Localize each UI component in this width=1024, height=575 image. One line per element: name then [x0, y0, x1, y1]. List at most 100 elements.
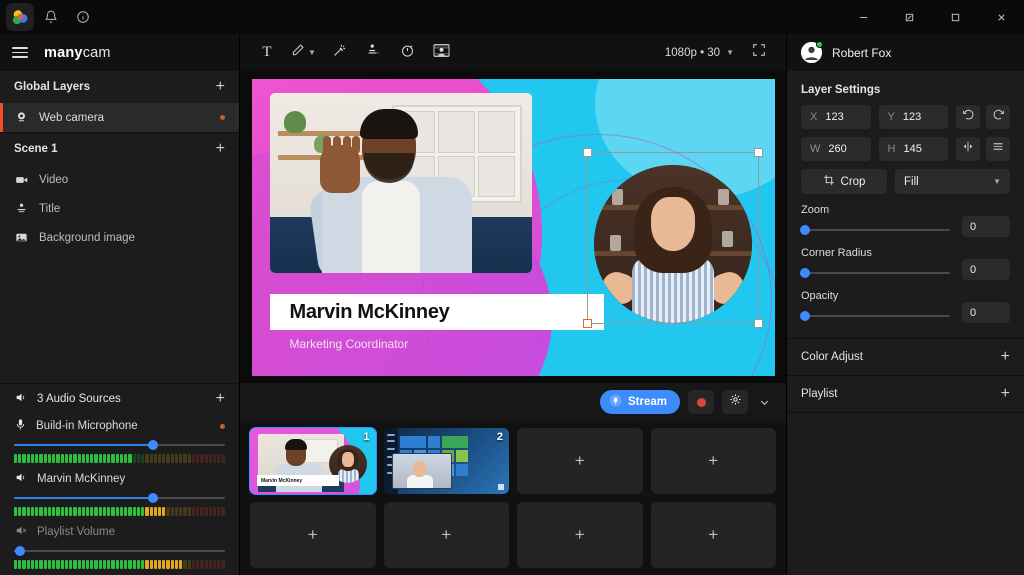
opacity-slider[interactable] [801, 309, 950, 323]
zoom-slider[interactable] [801, 223, 950, 237]
presenter-name: Marvin McKinney [290, 301, 450, 324]
close-button[interactable] [978, 0, 1024, 34]
rotate-clockwise-button[interactable] [986, 105, 1010, 129]
sidebar-item-web-camera[interactable]: Web camera [0, 103, 239, 132]
layers-tool-button[interactable] [359, 39, 389, 67]
height-input[interactable]: H 145 [879, 137, 949, 161]
volume-slider[interactable] [14, 438, 225, 452]
resize-handle-top-right[interactable] [754, 148, 763, 157]
timer-tool-button[interactable] [393, 39, 423, 67]
global-layers-header: Global Layers + [0, 71, 239, 103]
position-row: X 123 Y 123 [801, 105, 1010, 129]
y-label: Y [888, 111, 895, 123]
add-scene-label: + [308, 525, 318, 545]
add-global-layer-button[interactable]: + [216, 79, 225, 95]
hamburger-icon[interactable] [12, 47, 28, 58]
crop-label: Crop [841, 176, 866, 188]
layer-selection-frame[interactable] [587, 152, 759, 324]
resolution-dropdown[interactable]: 1080p • 30 ▼ [665, 47, 734, 59]
h-value: 145 [903, 143, 921, 155]
sidebar-item-background-image[interactable]: Background image [0, 223, 239, 252]
center-column: T ▼ [240, 34, 786, 575]
audio-source-item[interactable]: Playlist Volume [0, 520, 239, 573]
fit-mode-select[interactable]: Fill ▼ [895, 169, 1010, 194]
stream-button[interactable]: Stream [600, 390, 680, 414]
resize-handle-top-left[interactable] [583, 148, 592, 157]
resize-handle-bottom-left[interactable] [583, 319, 592, 328]
flip-horizontal-button[interactable] [956, 137, 980, 161]
lower-third-name-banner[interactable]: Marvin McKinney [270, 294, 604, 330]
video-tile-presenter[interactable] [270, 93, 532, 273]
zoom-value-input[interactable]: 0 [962, 216, 1010, 237]
person-layers-icon [366, 43, 381, 63]
volume-slider[interactable] [14, 491, 225, 505]
user-header[interactable]: Robert Fox [787, 34, 1024, 71]
effects-tool-button[interactable] [325, 39, 355, 67]
zoom-control: Zoom 0 [801, 204, 1010, 237]
resize-handle-bottom-right[interactable] [754, 319, 763, 328]
restore-button[interactable] [886, 0, 932, 34]
w-value: 260 [828, 143, 846, 155]
add-audio-source-button[interactable]: + [216, 391, 225, 407]
add-scene-cell[interactable]: + [517, 502, 643, 568]
audio-source-label: Build-in Microphone [36, 420, 138, 432]
corner-radius-slider[interactable] [801, 266, 950, 280]
playlist-section[interactable]: Playlist + [787, 376, 1024, 412]
slider-track [801, 272, 950, 274]
record-button[interactable] [688, 390, 714, 414]
manycam-app-window: manycam Global Layers + Web camera Scene [0, 0, 1024, 575]
info-icon[interactable] [68, 3, 98, 31]
avatar[interactable] [801, 42, 822, 63]
color-adjust-section[interactable]: Color Adjust + [787, 339, 1024, 375]
audio-level-meter [14, 507, 225, 516]
playlist-add-button[interactable]: + [1001, 386, 1010, 402]
manycam-logo-icon[interactable] [6, 3, 34, 31]
thumb-hair [285, 439, 307, 450]
sidebar-item-video[interactable]: Video [0, 165, 239, 194]
audio-source-item[interactable]: Marvin McKinney [0, 467, 239, 520]
slider-knob[interactable] [800, 311, 810, 321]
scene-thumbnail-2[interactable]: 2 [384, 428, 510, 494]
y-position-input[interactable]: Y 123 [879, 105, 949, 129]
add-scene-cell[interactable]: + [384, 502, 510, 568]
sidebar-item-title[interactable]: Title [0, 194, 239, 223]
add-scene-layer-button[interactable]: + [216, 141, 225, 157]
slider-knob[interactable] [148, 493, 158, 503]
stream-options-caret[interactable] [756, 397, 772, 408]
slider-knob[interactable] [15, 546, 25, 556]
bell-icon[interactable] [36, 3, 66, 31]
crop-button[interactable]: Crop [801, 169, 887, 194]
text-tool-button[interactable]: T [252, 39, 282, 67]
corner-radius-value-input[interactable]: 0 [962, 259, 1010, 280]
slider-knob[interactable] [148, 440, 158, 450]
flip-vertical-button[interactable] [986, 137, 1010, 161]
add-scene-cell[interactable]: + [651, 428, 777, 494]
fullscreen-button[interactable] [744, 39, 774, 67]
audio-source-label: Playlist Volume [37, 526, 115, 538]
background-removal-icon [433, 43, 450, 63]
rotate-counterclockwise-button[interactable] [956, 105, 980, 129]
rotate-counterclockwise-icon [962, 108, 975, 126]
add-scene-cell[interactable]: + [517, 428, 643, 494]
x-position-input[interactable]: X 123 [801, 105, 871, 129]
text-tool-label: T [262, 44, 271, 61]
slider-knob[interactable] [800, 268, 810, 278]
video-preview-canvas[interactable]: Marvin McKinney Marketing Coordinator [252, 79, 775, 376]
audio-sources-header: 3 Audio Sources + [0, 384, 239, 414]
minimize-button[interactable] [840, 0, 886, 34]
add-scene-cell[interactable]: + [250, 502, 376, 568]
corner-radius-control: Corner Radius 0 [801, 247, 1010, 280]
maximize-button[interactable] [932, 0, 978, 34]
add-scene-cell[interactable]: + [651, 502, 777, 568]
color-adjust-add-button[interactable]: + [1001, 349, 1010, 365]
volume-slider[interactable] [14, 544, 225, 558]
slider-knob[interactable] [800, 225, 810, 235]
opacity-value-input[interactable]: 0 [962, 302, 1010, 323]
scene-thumbnail-1[interactable]: Marvin McKinney 1 [250, 428, 376, 494]
width-input[interactable]: W 260 [801, 137, 871, 161]
audio-source-item[interactable]: Build-in Microphone [0, 414, 239, 467]
stream-settings-button[interactable] [722, 390, 748, 414]
brand-light: cam [83, 45, 111, 61]
background-tool-button[interactable] [427, 39, 457, 67]
draw-tool-button[interactable]: ▼ [286, 39, 321, 67]
